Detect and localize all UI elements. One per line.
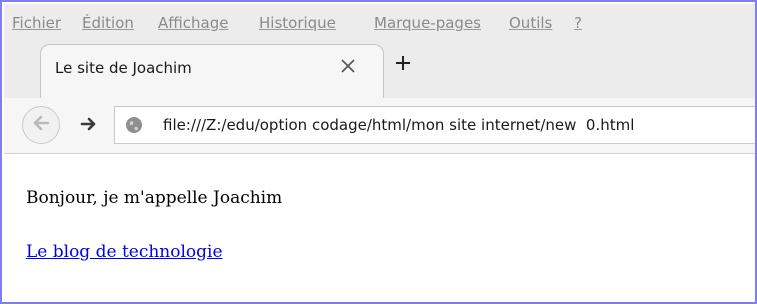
menu-marque-pages[interactable]: Marque-pages [374, 14, 481, 32]
menu-historique[interactable]: Historique [259, 14, 336, 32]
back-button[interactable] [22, 106, 60, 144]
menu-edition[interactable]: Édition [82, 14, 134, 32]
back-arrow-icon [31, 113, 51, 137]
forward-button[interactable] [79, 116, 99, 136]
close-icon[interactable] [337, 55, 359, 77]
plus-icon[interactable] [392, 52, 414, 74]
intro-paragraph: Bonjour, je m'appelle Joachim [26, 188, 283, 208]
blog-link[interactable]: Le blog de technologie [26, 242, 223, 262]
page-content: Bonjour, je m'appelle Joachim Le blog de… [4, 154, 755, 302]
tab-active[interactable]: Le site de Joachim [40, 44, 384, 98]
browser-window: Fichier Édition Affichage Historique Mar… [0, 0, 757, 304]
forward-arrow-icon [80, 115, 98, 137]
navigation-bar: file:///Z:/edu/option codage/html/mon si… [4, 98, 755, 154]
menu-help[interactable]: ? [574, 14, 582, 32]
tab-title: Le site de Joachim [55, 59, 192, 77]
menu-outils[interactable]: Outils [509, 14, 552, 32]
menu-bar: Fichier Édition Affichage Historique Mar… [4, 4, 755, 38]
tab-bar: Le site de Joachim [4, 38, 755, 98]
menu-fichier[interactable]: Fichier [12, 14, 61, 32]
address-bar[interactable]: file:///Z:/edu/option codage/html/mon si… [114, 106, 755, 144]
menu-affichage[interactable]: Affichage [158, 14, 228, 32]
globe-icon[interactable] [125, 116, 143, 134]
url-text[interactable]: file:///Z:/edu/option codage/html/mon si… [163, 116, 634, 134]
